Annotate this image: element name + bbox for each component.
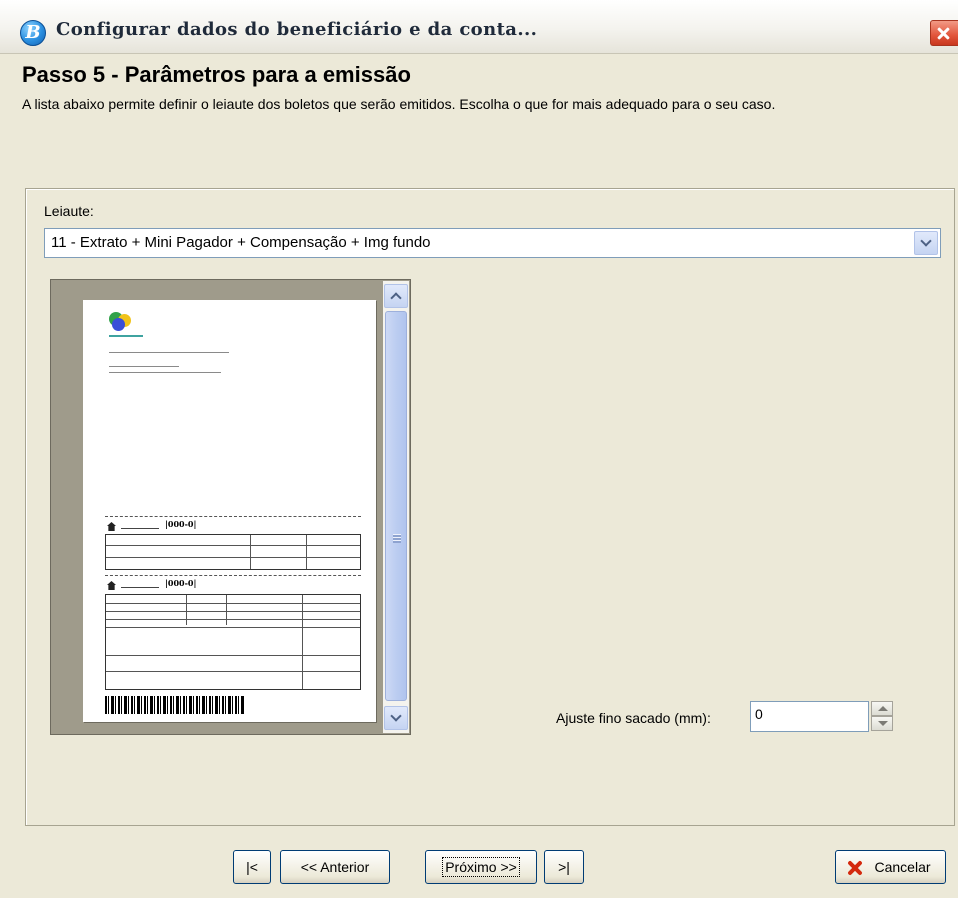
chevron-down-icon	[920, 235, 932, 247]
first-step-button[interactable]: |<	[233, 850, 271, 884]
step-title: Passo 5 - Parâmetros para a emissão	[22, 62, 411, 87]
close-icon[interactable]	[930, 20, 958, 46]
arrow-up-icon	[878, 706, 888, 711]
fine-adjust-spinner: 0	[750, 701, 893, 732]
layout-label: Leiaute:	[44, 203, 94, 219]
scroll-down-button[interactable]	[384, 706, 408, 730]
arrow-down-icon	[878, 721, 888, 726]
last-step-button[interactable]: >|	[544, 850, 584, 884]
bank-logo-icon	[109, 312, 135, 334]
scroll-up-button[interactable]	[384, 284, 408, 308]
barcode	[105, 696, 245, 714]
bank-header-2: |000-0|	[107, 578, 361, 591]
chevron-up-icon	[390, 292, 402, 304]
scroll-thumb[interactable]	[385, 311, 407, 701]
spin-up-button[interactable]	[871, 701, 893, 716]
dropdown-button[interactable]	[914, 231, 938, 255]
next-button-label: Próximo >>	[442, 857, 520, 877]
grip-icon	[393, 534, 401, 543]
preview-scrollbar[interactable]	[383, 281, 409, 733]
app-logo-icon: B	[20, 20, 46, 46]
spin-down-button[interactable]	[871, 716, 893, 731]
cancel-button-label: Cancelar	[874, 859, 931, 875]
step-description: A lista abaixo permite definir o leiaute…	[22, 96, 776, 112]
boleto-preview-page: |000-0| |000-0|	[83, 300, 376, 722]
bank-header-1: |000-0|	[107, 519, 361, 532]
chevron-down-icon	[390, 710, 402, 722]
layout-select-value: 11 - Extrato + Mini Pagador + Compensaçã…	[51, 234, 431, 251]
next-button[interactable]: Próximo >>	[425, 850, 537, 884]
fine-adjust-label: Ajuste fino sacado (mm):	[556, 710, 711, 726]
cancel-x-icon	[846, 859, 864, 877]
previous-button[interactable]: << Anterior	[280, 850, 390, 884]
window-title: Configurar dados do beneficiário e da co…	[56, 19, 538, 40]
fine-adjust-input[interactable]: 0	[750, 701, 869, 732]
layout-select[interactable]: 11 - Extrato + Mini Pagador + Compensaçã…	[44, 228, 941, 258]
cancel-button[interactable]: Cancelar	[835, 850, 946, 884]
title-bar: B Configurar dados do beneficiário e da …	[0, 0, 958, 54]
